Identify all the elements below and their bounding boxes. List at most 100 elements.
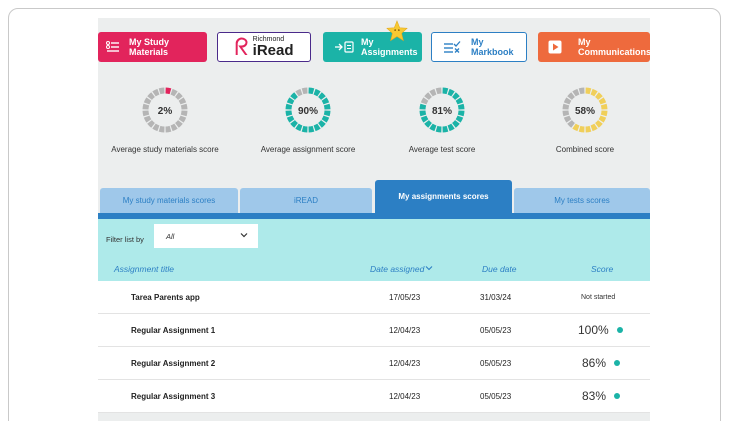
- gauge-value: 90%: [298, 106, 318, 117]
- table-row[interactable]: Tarea Parents app 17/05/23 31/03/24 Not …: [98, 281, 650, 314]
- markbook-icon: [444, 41, 462, 53]
- gauge-segment: [562, 110, 570, 117]
- nav-study-materials-button[interactable]: My Study Materials: [98, 32, 207, 62]
- row-due-date: 31/03/24: [480, 293, 512, 302]
- gauge-segment: [286, 115, 295, 123]
- row-score: Not started: [581, 294, 616, 301]
- gauge-segment: [442, 125, 449, 133]
- row-date-assigned: 17/05/23: [389, 293, 421, 302]
- gauge-segment: [290, 120, 298, 128]
- tab-label: My study materials scores: [122, 196, 216, 205]
- gauge-segment: [424, 92, 432, 100]
- gauge-segment: [158, 125, 165, 133]
- gauge-segment: [323, 110, 331, 117]
- gauge-segment: [429, 123, 437, 132]
- gauge-segment: [435, 87, 442, 95]
- gauge-segment: [572, 88, 580, 97]
- gauge-segment: [595, 92, 603, 100]
- gauge-segment: [178, 97, 187, 105]
- row-due-date: 05/05/23: [480, 326, 512, 335]
- gauge-segment: [455, 115, 464, 123]
- column-header-date-assigned[interactable]: Date assigned: [370, 264, 433, 274]
- gauge-segment: [562, 103, 570, 110]
- table-row[interactable]: Regular Assignment 1 12/04/23 05/05/23 1…: [98, 314, 650, 347]
- status-dot-icon: [616, 327, 623, 333]
- gauge-segment: [321, 115, 330, 123]
- status-dot-icon: [614, 360, 621, 366]
- nav-iread-button[interactable]: ᖇ Richmond iRead: [217, 32, 311, 62]
- nav-study-label: My Study Materials: [129, 37, 170, 57]
- gauge-segment: [590, 123, 598, 132]
- gauge-segment: [180, 110, 188, 117]
- table-row[interactable]: Regular Assignment 2 12/04/23 05/05/23 8…: [98, 347, 650, 380]
- tab-label: iREAD: [293, 196, 318, 205]
- table-row[interactable]: Regular Assignment 3 12/04/23 05/05/23 8…: [98, 380, 650, 413]
- gauge-segment: [420, 115, 429, 123]
- gauge-segment: [563, 115, 572, 123]
- gauge-segment: [435, 125, 442, 133]
- row-date-assigned: 12/04/23: [389, 326, 421, 335]
- gauge-segment: [452, 92, 460, 100]
- gauge-segment: [152, 123, 160, 132]
- gauge-segment: [313, 88, 321, 97]
- row-date-assigned: 12/04/23: [389, 392, 421, 401]
- tab-iread[interactable]: iREAD: [240, 188, 372, 213]
- row-score: 83%: [582, 389, 607, 403]
- gauge-segment: [447, 88, 455, 97]
- gauge-segment: [420, 97, 429, 105]
- gauge-segment: [180, 103, 188, 110]
- gauge-segment: [308, 125, 315, 133]
- column-header-date-assigned-label: Date assigned: [370, 264, 425, 274]
- gauge-segment: [313, 123, 321, 132]
- gauge-label: Combined score: [555, 145, 615, 154]
- column-header-title[interactable]: Assignment title: [114, 264, 174, 274]
- tab-study-materials-scores[interactable]: My study materials scores: [100, 188, 238, 213]
- gauge-segment: [318, 120, 326, 128]
- column-header-due-date[interactable]: Due date: [482, 264, 517, 274]
- row-score: 100%: [578, 323, 609, 337]
- gauge-value: 81%: [432, 106, 452, 117]
- gauge-segment: [142, 103, 150, 110]
- gauge-segment: [147, 120, 155, 128]
- play-icon: [548, 40, 562, 54]
- gauge-test: 81% Average test score: [377, 86, 507, 154]
- gauge-segment: [142, 110, 150, 117]
- gauge-segment: [178, 115, 187, 123]
- row-title: Tarea Parents app: [131, 293, 200, 302]
- gauge-segment: [308, 87, 315, 95]
- tab-assignments-scores[interactable]: My assignments scores: [375, 180, 512, 213]
- gauge-ring: 58%: [562, 87, 608, 133]
- gauge-segment: [143, 115, 152, 123]
- filter-select[interactable]: All: [154, 224, 258, 248]
- gauge-segment: [419, 110, 427, 117]
- gauge-segment: [290, 92, 298, 100]
- gauge-segment: [600, 110, 608, 117]
- iread-big-label: iRead: [252, 42, 294, 59]
- nav-markbook-button[interactable]: My Markbook: [431, 32, 527, 62]
- filter-label: Filter list by: [106, 235, 144, 244]
- row-title: Regular Assignment 3: [131, 392, 216, 401]
- column-header-score[interactable]: Score: [591, 264, 613, 274]
- gauge-label: Average assignment score: [260, 145, 356, 154]
- gauge-combined: 58% Combined score: [520, 86, 650, 154]
- gauge-segment: [158, 87, 165, 95]
- tab-tests-scores[interactable]: My tests scores: [514, 188, 650, 213]
- gauge-segment: [457, 103, 465, 110]
- gauge-assignment: 90% Average assignment score: [243, 86, 373, 154]
- gauge-segment: [452, 120, 460, 128]
- row-score-cell: 100%: [578, 323, 623, 337]
- gauge-segment: [598, 97, 607, 105]
- tab-label: My assignments scores: [398, 192, 489, 201]
- gauge-segment: [285, 103, 293, 110]
- gauge-segment: [285, 110, 293, 117]
- gauge-segment: [152, 88, 160, 97]
- filter-value: All: [166, 231, 175, 241]
- nav-communications-button[interactable]: My Communications: [538, 32, 650, 62]
- gauge-segment: [455, 97, 464, 105]
- gauge-segment: [447, 123, 455, 132]
- gauge-segment: [170, 88, 178, 97]
- gauge-ring: 90%: [285, 87, 331, 133]
- tab-label: My tests scores: [554, 196, 610, 205]
- gauge-segment: [578, 125, 585, 133]
- gauge-segment: [323, 103, 331, 110]
